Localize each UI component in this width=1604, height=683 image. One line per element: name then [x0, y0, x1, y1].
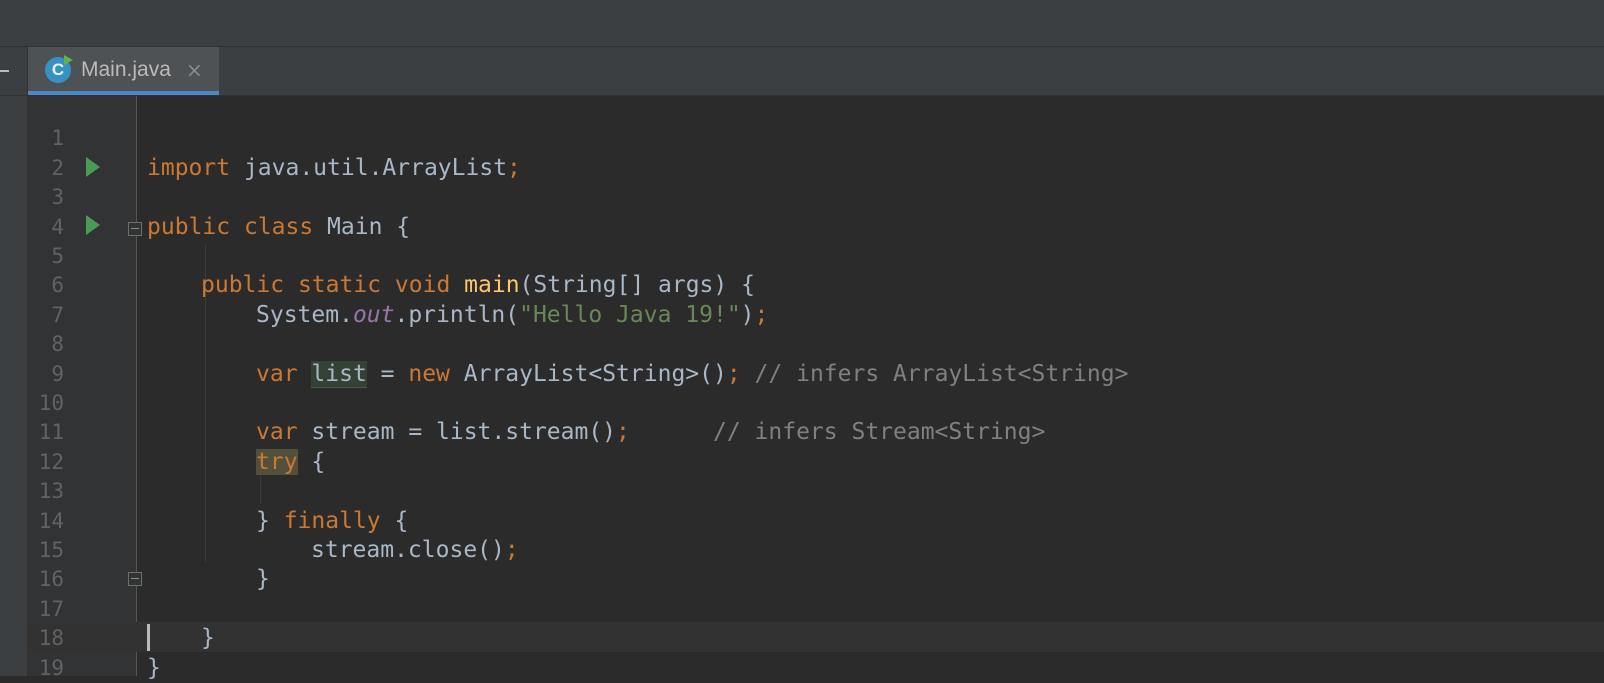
editor-tab-strip — [0, 47, 1604, 96]
text-caret — [147, 624, 150, 651]
close-icon[interactable]: × — [186, 58, 203, 82]
code-line: 6 System.out.println("Hello Java 19!"); — [0, 242, 1604, 327]
code-line: 11 try { — [0, 389, 1604, 475]
code-line: 9 — [0, 330, 1604, 386]
runnable-badge-icon — [64, 55, 73, 65]
code-line: 15 } — [0, 507, 1604, 592]
line-number: 19 — [38, 655, 64, 680]
code-line: 17 } — [0, 565, 1604, 651]
code-token: } — [147, 654, 161, 681]
code-line: 5 public static void main(String[] args)… — [0, 213, 1604, 298]
tab-label: Main.java — [81, 58, 171, 81]
code-line: 19 — [0, 624, 1604, 680]
title-bar — [0, 0, 1604, 47]
code-line: 2 — [0, 124, 1604, 180]
code-text: } — [147, 654, 161, 683]
code-line: 18 } — [0, 595, 1604, 680]
collapse-icon[interactable] — [0, 70, 9, 72]
code-line: 8 var list = new ArrayList<String>(); //… — [0, 301, 1604, 388]
code-line: 10 var stream = list.stream(); // infers… — [0, 360, 1604, 445]
code-line: 1 import java.util.ArrayList; — [0, 95, 1604, 180]
code-line: 3 public class Main { — [0, 154, 1604, 239]
java-class-icon: C — [45, 55, 73, 83]
code-line: 7 — [0, 271, 1604, 327]
code-line: 14 stream.close(); — [0, 477, 1604, 563]
tab-main-java[interactable]: C Main.java × — [28, 47, 219, 95]
code-line: 16 — [0, 536, 1604, 591]
code-line: 4 — [0, 183, 1604, 239]
code-line: 13 } finally { — [0, 448, 1604, 533]
code-line: 12 — [0, 418, 1604, 474]
